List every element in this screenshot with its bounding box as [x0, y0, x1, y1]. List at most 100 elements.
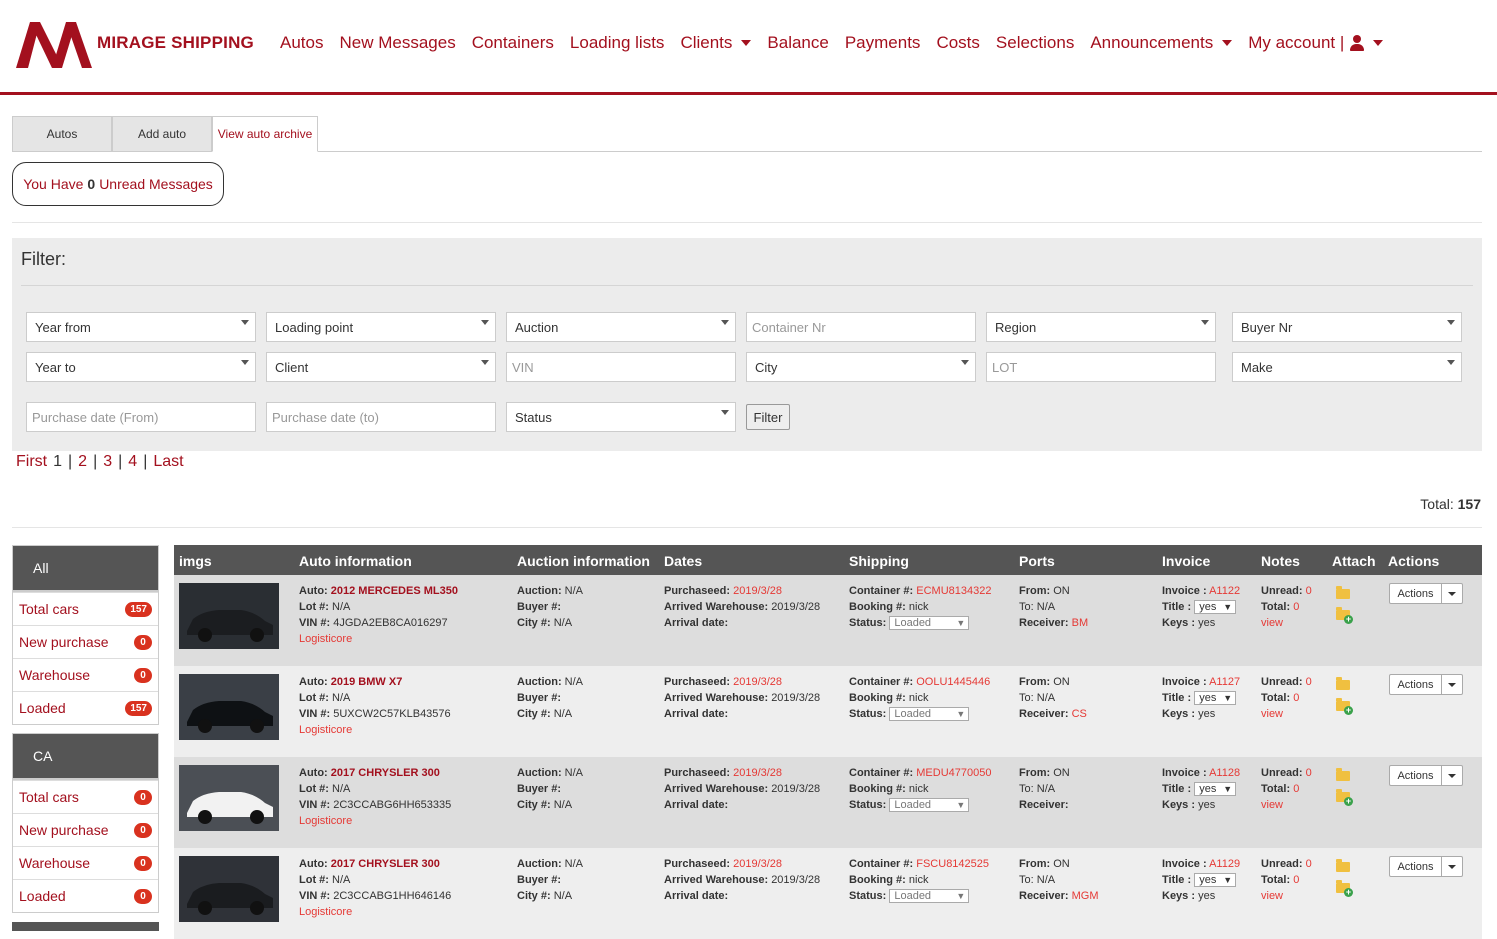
- auto-name-link[interactable]: 2012 MERCEDES ML350: [331, 585, 458, 597]
- year-from-select[interactable]: Year from: [26, 312, 256, 342]
- view-notes-link[interactable]: view: [1261, 617, 1283, 629]
- sidebar-item-new-purchase[interactable]: New purchase 0: [13, 625, 158, 658]
- page-last[interactable]: Last: [153, 453, 183, 471]
- actions-button[interactable]: Actions: [1389, 583, 1463, 604]
- invoice-link[interactable]: A1128: [1209, 767, 1240, 779]
- sidebar-group-title[interactable]: CA: [13, 734, 158, 780]
- car-photo-thumbnail[interactable]: [179, 856, 279, 922]
- status-dropdown[interactable]: Loaded ▼: [889, 889, 970, 904]
- company-link[interactable]: Logisticore: [299, 724, 352, 736]
- purchase-date-from-input[interactable]: Purchase date (From): [26, 402, 256, 432]
- title-dropdown[interactable]: yes ▼: [1194, 873, 1237, 888]
- nav-selections[interactable]: Selections: [996, 33, 1074, 53]
- title-dropdown[interactable]: yes ▼: [1194, 782, 1237, 797]
- actions-button[interactable]: Actions: [1389, 765, 1463, 786]
- company-link[interactable]: Logisticore: [299, 815, 352, 827]
- brand-name[interactable]: MIRAGE SHIPPING: [97, 33, 254, 53]
- title-dropdown[interactable]: yes ▼: [1194, 600, 1237, 615]
- sidebar-item-new-purchase[interactable]: New purchase 0: [13, 813, 158, 846]
- page-sep: |: [118, 453, 123, 470]
- page-4[interactable]: 4: [128, 453, 137, 471]
- auto-name-link[interactable]: 2017 CHRYSLER 300: [331, 767, 440, 779]
- invoice-link[interactable]: A1127: [1209, 676, 1240, 688]
- tab-add-auto[interactable]: Add auto: [112, 116, 212, 152]
- sidebar-item-total-cars[interactable]: Total cars 0: [13, 780, 158, 813]
- mirage-logo-icon[interactable]: [14, 18, 94, 70]
- car-photo-thumbnail[interactable]: [179, 674, 279, 740]
- unread-messages-box[interactable]: You Have 0 Unread Messages: [12, 162, 224, 206]
- nav-autos[interactable]: Autos: [280, 33, 323, 53]
- view-notes-link[interactable]: view: [1261, 799, 1283, 811]
- nav-my-account-dropdown[interactable]: My account |: [1248, 33, 1384, 53]
- user-icon: [1350, 35, 1365, 51]
- container-link[interactable]: MEDU4770050: [916, 767, 991, 779]
- auto-information-cell: Auto: 2017 CHRYSLER 300 Lot #: N/A VIN #…: [299, 767, 452, 827]
- lot-input[interactable]: LOT: [986, 352, 1216, 382]
- vin-input[interactable]: VIN: [506, 352, 736, 382]
- count-badge: 157: [125, 601, 152, 617]
- nav-clients-dropdown[interactable]: Clients: [680, 33, 752, 53]
- container-link[interactable]: ECMU8134322: [916, 585, 991, 597]
- car-photo-thumbnail[interactable]: [179, 583, 279, 649]
- tab-autos[interactable]: Autos: [12, 116, 112, 152]
- nav-balance[interactable]: Balance: [767, 33, 828, 53]
- sidebar-item-total-cars[interactable]: Total cars 157: [13, 592, 158, 625]
- tab-view-auto-archive[interactable]: View auto archive: [212, 116, 318, 152]
- filter-button[interactable]: Filter: [746, 404, 790, 430]
- sidebar-item-loaded[interactable]: Loaded 157: [13, 691, 158, 724]
- company-link[interactable]: Logisticore: [299, 906, 352, 918]
- open-folder-icon[interactable]: [1336, 586, 1350, 599]
- car-photo-thumbnail[interactable]: [179, 765, 279, 831]
- auction-information-cell: Auction: N/A Buyer #: City #: N/A: [517, 585, 584, 629]
- nav-containers[interactable]: Containers: [472, 33, 554, 53]
- client-select[interactable]: Client: [266, 352, 496, 382]
- city-select[interactable]: City: [746, 352, 976, 382]
- status-select[interactable]: Status: [506, 402, 736, 432]
- nav-loading-lists[interactable]: Loading lists: [570, 33, 665, 53]
- open-folder-icon[interactable]: [1336, 677, 1350, 690]
- open-folder-icon[interactable]: [1336, 859, 1350, 872]
- actions-button[interactable]: Actions: [1389, 674, 1463, 695]
- purchase-date-to-input[interactable]: Purchase date (to): [266, 402, 496, 432]
- view-notes-link[interactable]: view: [1261, 890, 1283, 902]
- auto-name-link[interactable]: 2017 CHRYSLER 300: [331, 858, 440, 870]
- view-notes-link[interactable]: view: [1261, 708, 1283, 720]
- loading-point-select[interactable]: Loading point: [266, 312, 496, 342]
- status-dropdown[interactable]: Loaded ▼: [889, 798, 970, 813]
- container-link[interactable]: OOLU1445446: [916, 676, 990, 688]
- page-2[interactable]: 2: [78, 453, 87, 471]
- nav-costs[interactable]: Costs: [936, 33, 979, 53]
- year-to-select[interactable]: Year to: [26, 352, 256, 382]
- actions-button[interactable]: Actions: [1389, 856, 1463, 877]
- sidebar-item-loaded[interactable]: Loaded 0: [13, 879, 158, 912]
- table-row: Auto: 2012 MERCEDES ML350 Lot #: N/A VIN…: [174, 575, 1482, 666]
- page-first[interactable]: First: [16, 453, 47, 471]
- sidebar-item-warehouse[interactable]: Warehouse 0: [13, 846, 158, 879]
- container-nr-input[interactable]: Container Nr: [746, 312, 976, 342]
- company-link[interactable]: Logisticore: [299, 633, 352, 645]
- page-1[interactable]: 1: [53, 453, 62, 471]
- status-dropdown[interactable]: Loaded ▼: [889, 616, 970, 631]
- nav-announcements-dropdown[interactable]: Announcements: [1090, 33, 1233, 53]
- auto-name-link[interactable]: 2019 BMW X7: [331, 676, 403, 688]
- status-dropdown[interactable]: Loaded ▼: [889, 707, 970, 722]
- header-actions: Actions: [1388, 553, 1440, 569]
- filter-panel: Filter: Year from Loading point Auction …: [12, 238, 1482, 451]
- open-folder-icon[interactable]: [1336, 768, 1350, 781]
- nav-payments[interactable]: Payments: [845, 33, 921, 53]
- make-select[interactable]: Make: [1232, 352, 1462, 382]
- region-select[interactable]: Region: [986, 312, 1216, 342]
- sidebar-item-warehouse[interactable]: Warehouse 0: [13, 658, 158, 691]
- buyer-nr-select[interactable]: Buyer Nr: [1232, 312, 1462, 342]
- container-link[interactable]: FSCU8142525: [916, 858, 989, 870]
- auction-select[interactable]: Auction: [506, 312, 736, 342]
- invoice-link[interactable]: A1129: [1209, 858, 1240, 870]
- sidebar-group-title[interactable]: All: [13, 546, 158, 592]
- sidebar-group-next: [12, 922, 159, 931]
- nav-new-messages[interactable]: New Messages: [339, 33, 455, 53]
- title-dropdown[interactable]: yes ▼: [1194, 691, 1237, 706]
- count-badge: 0: [134, 888, 152, 904]
- invoice-link[interactable]: A1122: [1209, 585, 1240, 597]
- auto-information-cell: Auto: 2019 BMW X7 Lot #: N/A VIN #: 5UXC…: [299, 676, 451, 736]
- page-3[interactable]: 3: [103, 453, 112, 471]
